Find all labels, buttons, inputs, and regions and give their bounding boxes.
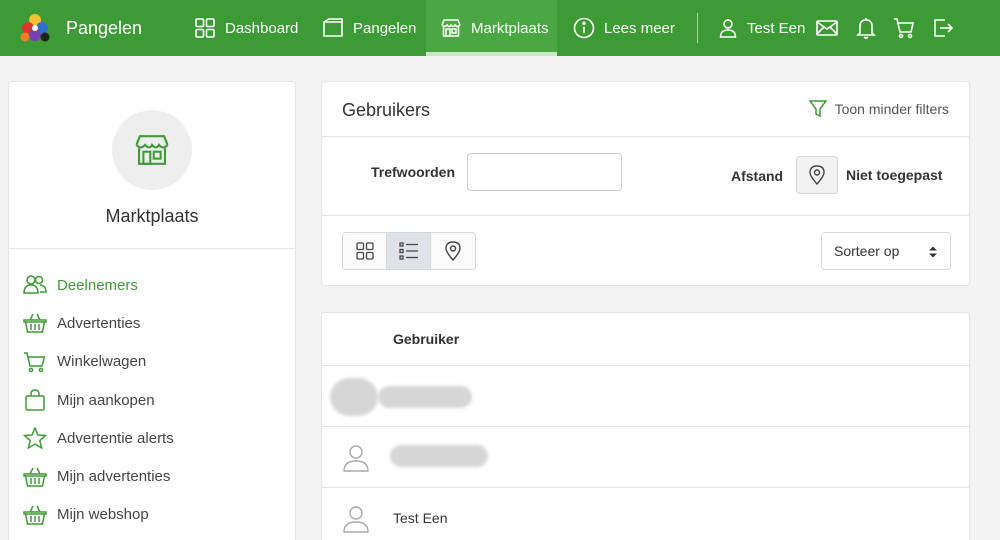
map-view-icon bbox=[445, 241, 461, 261]
nav-pangelen-label: Pangelen bbox=[353, 19, 417, 37]
store-icon bbox=[441, 19, 461, 37]
info-icon bbox=[573, 17, 595, 39]
table-row[interactable] bbox=[322, 426, 969, 487]
cart-icon bbox=[24, 351, 46, 373]
nav-marktplaats[interactable]: Marktplaats bbox=[426, 0, 557, 56]
users-table: Gebruiker Test Een bbox=[321, 312, 970, 540]
users-icon bbox=[23, 275, 47, 294]
nav-marktplaats-label: Marktplaats bbox=[471, 19, 549, 37]
user-avatar-icon bbox=[343, 506, 369, 533]
sort-select-label: Sorteer op bbox=[834, 243, 900, 259]
bell-icon[interactable] bbox=[854, 16, 878, 40]
marketplace-avatar bbox=[112, 110, 192, 190]
store-icon bbox=[135, 135, 169, 165]
sidebar-item-label: Advertenties bbox=[57, 314, 141, 332]
table-row[interactable]: Test Een bbox=[322, 487, 969, 540]
nav-separator bbox=[697, 13, 698, 43]
keywords-label: Trefwoorden bbox=[371, 164, 456, 180]
sidebar-item-advertentie-alerts[interactable]: Advertentie alerts bbox=[23, 419, 174, 457]
filter-card: Gebruikers Toon minder filters Trefwoord… bbox=[321, 81, 970, 286]
sidebar-menu: Deelnemers Advertenties Winkelwagen Mijn… bbox=[23, 266, 174, 534]
list-view-button[interactable] bbox=[387, 233, 431, 269]
user-menu[interactable]: Test Een bbox=[718, 0, 805, 56]
sidebar-item-deelnemers[interactable]: Deelnemers bbox=[23, 266, 174, 304]
sidebar-title: Marktplaats bbox=[105, 206, 199, 226]
redacted-name bbox=[378, 386, 472, 408]
nav-lees-meer-label: Lees meer bbox=[604, 19, 675, 37]
nav-dashboard-label: Dashboard bbox=[225, 19, 299, 37]
brand-logo-icon bbox=[20, 14, 50, 42]
filter-icon bbox=[808, 100, 827, 118]
brand-name: Pangelen bbox=[66, 17, 143, 38]
redacted-avatar bbox=[330, 378, 378, 416]
sidebar-item-mijn-webshop[interactable]: Mijn webshop bbox=[23, 496, 174, 534]
folder-icon bbox=[323, 18, 343, 37]
table-row[interactable] bbox=[322, 365, 969, 426]
nav-dashboard[interactable]: Dashboard bbox=[194, 0, 298, 56]
divider bbox=[322, 215, 969, 216]
logout-icon[interactable] bbox=[931, 16, 955, 40]
map-view-button[interactable] bbox=[431, 233, 475, 269]
distance-label: Afstand bbox=[731, 168, 784, 184]
user-name: Test Een bbox=[747, 19, 806, 37]
sidebar-item-advertenties[interactable]: Advertenties bbox=[23, 304, 174, 342]
basket-icon bbox=[23, 314, 47, 334]
page-title: Gebruikers bbox=[342, 100, 431, 120]
user-avatar-icon bbox=[343, 445, 369, 472]
sidebar-item-label: Deelnemers bbox=[57, 276, 138, 294]
sidebar-item-mijn-advertenties[interactable]: Mijn advertenties bbox=[23, 457, 174, 495]
sidebar-item-label: Mijn advertenties bbox=[57, 468, 171, 486]
view-mode-toggle bbox=[342, 232, 476, 270]
star-icon bbox=[23, 427, 47, 450]
distance-value: Niet toegepast bbox=[846, 167, 943, 183]
sidebar-item-label: Mijn webshop bbox=[57, 506, 149, 524]
column-header-user: Gebruiker bbox=[393, 331, 460, 347]
grid-view-icon bbox=[355, 242, 374, 260]
sidebar-item-label: Winkelwagen bbox=[57, 353, 147, 371]
brand[interactable]: Pangelen bbox=[18, 10, 142, 46]
sort-select[interactable]: Sorteer op bbox=[821, 232, 951, 270]
redacted-name bbox=[390, 445, 488, 467]
sidebar-item-label: Mijn aankopen bbox=[57, 391, 155, 409]
basket-icon bbox=[23, 505, 47, 525]
keywords-input[interactable] bbox=[467, 153, 622, 191]
distance-button[interactable] bbox=[796, 156, 838, 194]
sidebar: Marktplaats Deelnemers Advertenties Wink… bbox=[8, 81, 296, 540]
cart-icon[interactable] bbox=[892, 16, 916, 40]
location-pin-icon bbox=[809, 165, 825, 185]
basket-icon bbox=[23, 467, 47, 487]
user-icon bbox=[719, 19, 737, 38]
sidebar-item-label: Advertentie alerts bbox=[57, 429, 174, 447]
divider bbox=[322, 136, 969, 137]
shopping-bag-icon bbox=[25, 389, 45, 411]
sort-caret-icon bbox=[929, 246, 937, 258]
mail-icon[interactable] bbox=[815, 16, 839, 40]
sidebar-item-winkelwagen[interactable]: Winkelwagen bbox=[23, 343, 174, 381]
list-view-icon bbox=[398, 242, 418, 260]
toggle-filters-button[interactable]: Toon minder filters bbox=[808, 100, 949, 118]
nav-lees-meer[interactable]: Lees meer bbox=[573, 0, 675, 56]
nav-pangelen[interactable]: Pangelen bbox=[322, 0, 416, 56]
grid-view-button[interactable] bbox=[343, 233, 387, 269]
user-name: Test Een bbox=[393, 510, 448, 526]
sidebar-item-mijn-aankopen[interactable]: Mijn aankopen bbox=[23, 381, 174, 419]
sidebar-divider bbox=[9, 248, 295, 249]
top-navigation-bar: Pangelen Dashboard Pangelen Marktplaats … bbox=[0, 0, 1000, 56]
dashboard-grid-icon bbox=[195, 18, 215, 38]
toggle-filters-label: Toon minder filters bbox=[834, 101, 949, 117]
